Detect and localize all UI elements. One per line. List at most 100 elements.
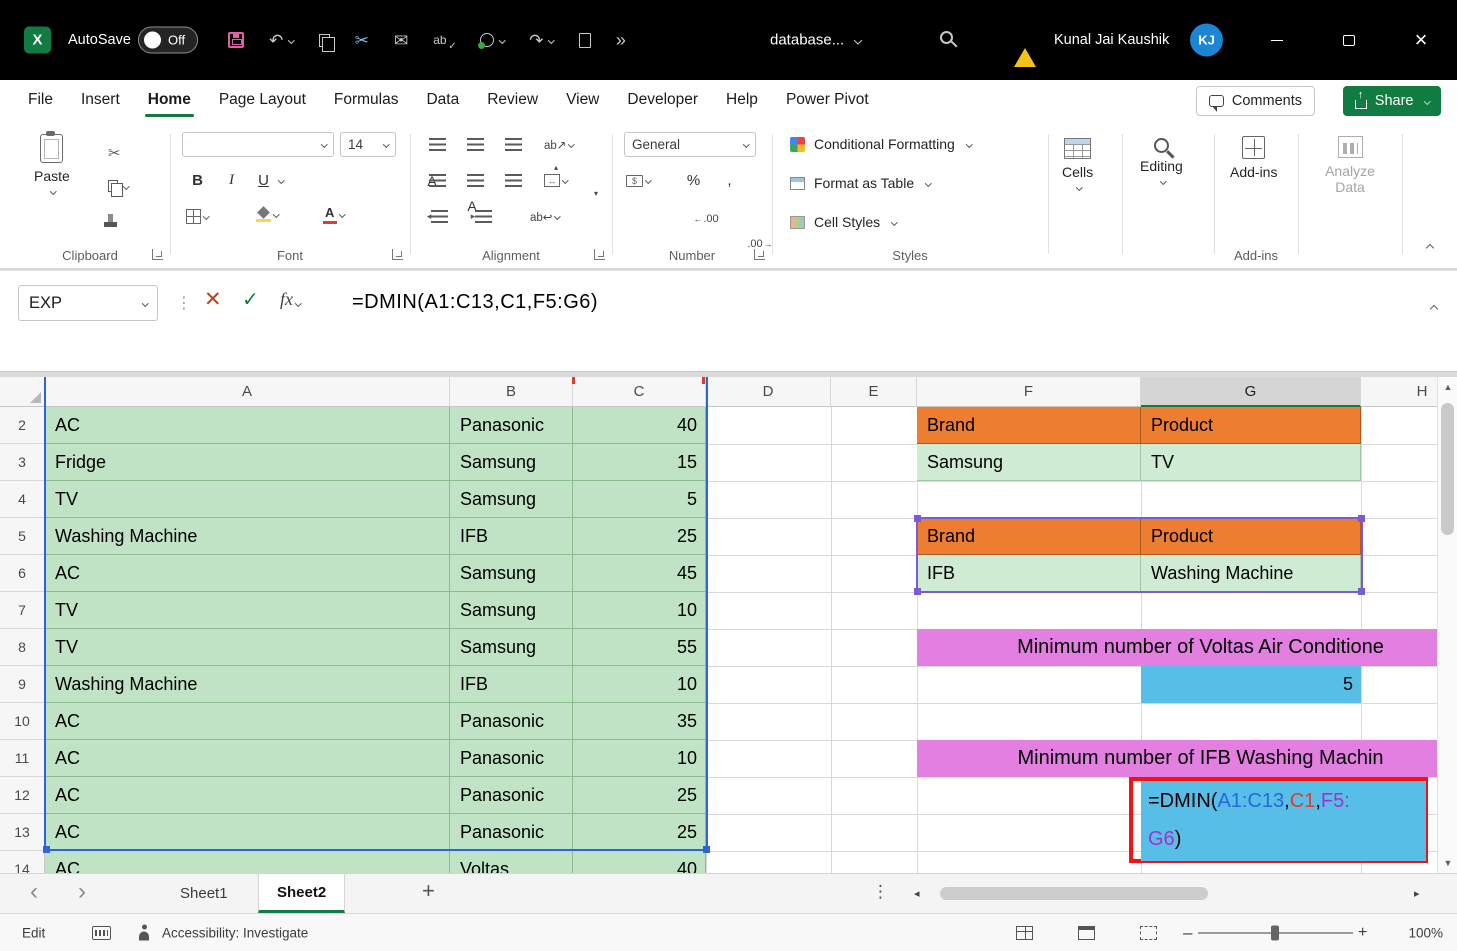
cell-C4[interactable]: 5 [573, 481, 706, 518]
cell-B14[interactable]: Voltas [450, 851, 573, 873]
cell-A13[interactable]: AC [45, 814, 450, 851]
add-sheet-button[interactable]: + [422, 878, 435, 904]
close-button[interactable]: × [1385, 0, 1457, 80]
ribbon-tab-file[interactable]: File [14, 80, 67, 120]
analyze-data-button[interactable]: Analyze Data [1312, 136, 1388, 195]
font-name-combo[interactable] [182, 132, 334, 157]
warning-icon[interactable] [1014, 31, 1036, 49]
normal-view-button[interactable] [1016, 926, 1033, 940]
increase-indent-button[interactable]: ▸ [470, 204, 493, 229]
paste-button[interactable]: Paste [34, 134, 70, 194]
ribbon-tab-insert[interactable]: Insert [67, 80, 134, 120]
minimize-button[interactable] [1241, 0, 1313, 80]
accounting-format-button[interactable] [626, 168, 651, 193]
row-header-11[interactable]: 11 [0, 740, 45, 777]
zoom-level[interactable]: 100% [1408, 925, 1443, 940]
new-file-icon[interactable] [579, 33, 591, 48]
cell-G3[interactable]: TV [1141, 444, 1361, 481]
cell-A10[interactable]: AC [45, 703, 450, 740]
cell-C11[interactable]: 10 [573, 740, 706, 777]
comma-style-button[interactable]: , [718, 168, 741, 193]
cell-C9[interactable]: 10 [573, 666, 706, 703]
collapse-ribbon-button[interactable] [1424, 238, 1433, 256]
page-layout-view-button[interactable] [1078, 926, 1095, 940]
copy-button[interactable] [108, 180, 129, 192]
cell-B13[interactable]: Panasonic [450, 814, 573, 851]
cell-C10[interactable]: 35 [573, 703, 706, 740]
cell-A9[interactable]: Washing Machine [45, 666, 450, 703]
scroll-left-icon[interactable]: ◂ [914, 887, 920, 900]
scroll-down-icon[interactable]: ▼ [1438, 853, 1457, 873]
search-icon[interactable] [940, 31, 953, 49]
cell-B11[interactable]: Panasonic [450, 740, 573, 777]
cell-B7[interactable]: Samsung [450, 592, 573, 629]
cell-C5[interactable]: 25 [573, 518, 706, 555]
cell-B8[interactable]: Samsung [450, 629, 573, 666]
wrap-text-button[interactable]: ab↩ [530, 204, 560, 229]
row-header-3[interactable]: 3 [0, 444, 45, 481]
cell-A11[interactable]: AC [45, 740, 450, 777]
select-all-corner[interactable] [0, 377, 45, 407]
editing-button[interactable]: Editing [1140, 138, 1183, 184]
cells-button[interactable]: Cells [1062, 138, 1093, 190]
row-header-13[interactable]: 13 [0, 814, 45, 851]
fill-color-button[interactable] [256, 202, 279, 227]
column-header-D[interactable]: D [706, 377, 831, 407]
cell-B9[interactable]: IFB [450, 666, 573, 703]
column-header-A[interactable]: A [45, 377, 450, 407]
cell-B10[interactable]: Panasonic [450, 703, 573, 740]
row-header-6[interactable]: 6 [0, 555, 45, 592]
format-as-table-button[interactable]: Format as Table [790, 175, 931, 191]
column-header-G[interactable]: G [1141, 377, 1361, 407]
page-break-view-button[interactable] [1140, 926, 1157, 940]
cell-A3[interactable]: Fridge [45, 444, 450, 481]
merge-center-button[interactable]: ↔ [544, 168, 568, 193]
align-bottom-button[interactable] [502, 132, 525, 157]
row-header-5[interactable]: 5 [0, 518, 45, 555]
ribbon-tab-data[interactable]: Data [412, 80, 473, 120]
maximize-button[interactable] [1313, 0, 1385, 80]
cell-A7[interactable]: TV [45, 592, 450, 629]
spelling-icon[interactable]: ab [433, 33, 454, 47]
insert-function-button[interactable]: fx [280, 289, 301, 310]
cell-C14[interactable]: 40 [573, 851, 706, 873]
cancel-button[interactable]: ✕ [204, 287, 222, 312]
align-top-button[interactable] [426, 132, 449, 157]
cell-F6[interactable]: IFB [917, 555, 1141, 592]
clipboard-dialog-launcher-icon[interactable] [152, 249, 163, 260]
row-header-2[interactable]: 2 [0, 407, 45, 444]
percent-style-button[interactable]: % [682, 168, 705, 193]
vertical-scrollbar[interactable]: ▲ ▼ [1437, 377, 1457, 873]
cell-G6[interactable]: Washing Machine [1141, 555, 1361, 592]
bold-button[interactable]: B [186, 168, 209, 193]
user-name[interactable]: Kunal Jai Kaushik [1054, 32, 1169, 48]
cell-C6[interactable]: 45 [573, 555, 706, 592]
cell-F11[interactable]: Minimum number of IFB Washing Machin [917, 740, 1457, 777]
ribbon-tab-page-layout[interactable]: Page Layout [205, 80, 320, 120]
cell-G5[interactable]: Product [1141, 518, 1361, 555]
record-macro-icon[interactable] [92, 926, 111, 940]
column-header-C[interactable]: C [573, 377, 706, 407]
ribbon-tab-help[interactable]: Help [712, 80, 772, 120]
active-cell-editor[interactable]: =DMIN(A1:C13,C1,F5:G6) [1141, 781, 1426, 861]
ribbon-tab-review[interactable]: Review [473, 80, 552, 120]
cell-F2[interactable]: Brand [917, 407, 1141, 444]
horizontal-scroll-thumb[interactable] [940, 887, 1208, 900]
row-header-12[interactable]: 12 [0, 777, 45, 814]
cell-G9[interactable]: 5 [1141, 666, 1361, 703]
row-header-7[interactable]: 7 [0, 592, 45, 629]
draw-icon[interactable] [480, 33, 505, 47]
formula-input[interactable]: =DMIN(A1:C13,C1,F5:G6) [352, 291, 598, 314]
row-header-4[interactable]: 4 [0, 481, 45, 518]
sheet-nav-right-icon[interactable]: › [78, 878, 86, 906]
cell-B5[interactable]: IFB [450, 518, 573, 555]
autosave-toggle[interactable]: Off [138, 27, 198, 54]
zoom-in-button[interactable]: + [1358, 924, 1367, 942]
horizontal-scrollbar[interactable] [934, 887, 1404, 901]
sheet-more-icon[interactable]: ⋮ [872, 882, 889, 902]
cell-A2[interactable]: AC [45, 407, 450, 444]
cell-C7[interactable]: 10 [573, 592, 706, 629]
alignment-dialog-launcher-icon[interactable] [594, 249, 605, 260]
cell-A14[interactable]: AC [45, 851, 450, 873]
accessibility-status[interactable]: Accessibility: Investigate [162, 925, 308, 940]
